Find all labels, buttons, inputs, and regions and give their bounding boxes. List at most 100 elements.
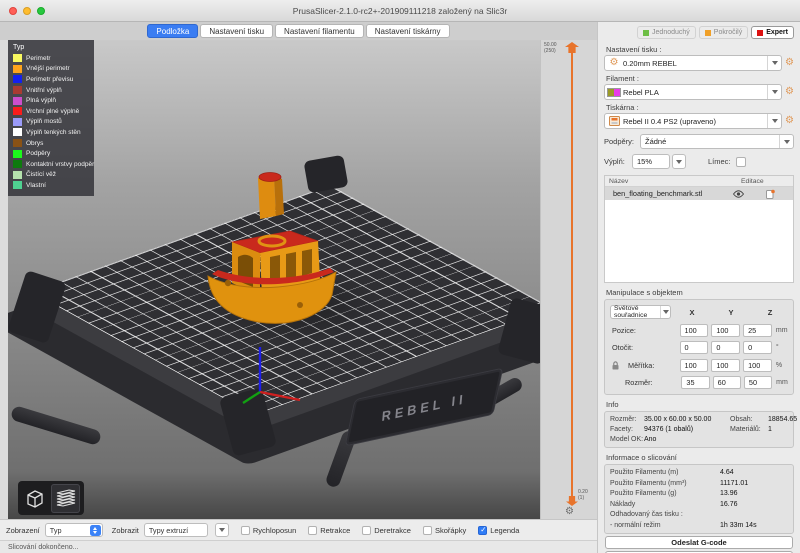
tab-filament-settings[interactable]: Nastavení filamentu — [275, 24, 364, 38]
object-row[interactable]: ben_floating_benchmark.stl — [605, 187, 793, 200]
chevron-down-icon — [660, 306, 670, 318]
coordinate-system-combo[interactable]: Světové souřadnice — [610, 305, 671, 319]
brim-checkbox[interactable] — [736, 157, 746, 167]
unretractions-checkbox-group: Deretrakce — [362, 526, 411, 535]
edit-object-icon[interactable] — [747, 189, 793, 199]
infill-combo[interactable]: 15% — [632, 154, 670, 169]
layer-slider-lower-handle[interactable] — [566, 496, 578, 506]
scale-x-field[interactable]: 100 — [680, 359, 709, 372]
preview-toolbar: Zobrazení Typ Zobrazit Typy extruzí Rych… — [0, 519, 597, 540]
infill-dropdown-button[interactable] — [672, 154, 686, 169]
select-stepper-icon — [90, 525, 101, 536]
unretractions-checkbox[interactable] — [362, 526, 371, 535]
benchy-model[interactable] — [200, 162, 352, 330]
name-column-header: Název — [605, 178, 741, 185]
legend-swatch — [13, 128, 22, 136]
rotate-x-field[interactable]: 0 — [680, 341, 709, 354]
mode-advanced-button[interactable]: Pokročilý — [699, 26, 748, 39]
legend-swatch — [13, 181, 22, 189]
object-list-empty-area[interactable] — [605, 200, 793, 282]
retractions-checkbox[interactable] — [308, 526, 317, 535]
layer-slider-upper-handle[interactable] — [565, 42, 579, 53]
preview-view-button[interactable] — [51, 484, 80, 513]
legend-item: Čistící věž — [13, 170, 89, 181]
show-features-dropdown-button[interactable] — [215, 523, 229, 537]
print-settings-gear-icon[interactable]: ⚙ — [785, 58, 794, 68]
position-x-field[interactable]: 100 — [680, 324, 709, 337]
show-features-combo[interactable]: Typy extruzí — [144, 523, 208, 537]
legend-swatch — [13, 171, 22, 179]
position-y-field[interactable]: 100 — [711, 324, 740, 337]
size-x-field[interactable]: 35 — [681, 376, 709, 389]
legend-checkbox[interactable] — [478, 526, 487, 535]
legend-swatch — [13, 65, 22, 73]
send-gcode-button[interactable]: Odeslat G-code — [605, 536, 793, 549]
mode-expert-button[interactable]: Expert — [751, 26, 794, 39]
rotate-y-field[interactable]: 0 — [711, 341, 740, 354]
3d-view-button[interactable] — [20, 484, 49, 513]
print-settings-combo[interactable]: ⚙ 0.20mm REBEL — [604, 55, 782, 71]
tab-print-settings[interactable]: Nastavení tisku — [200, 24, 273, 38]
chevron-down-icon[interactable] — [779, 135, 793, 148]
position-z-field[interactable]: 25 — [743, 324, 772, 337]
legend-item: Obrys — [13, 138, 89, 149]
view-mode-toolbar — [18, 481, 84, 515]
size-z-field[interactable]: 50 — [744, 376, 772, 389]
object-list: Název Editace ben_floating_benchmark.stl — [604, 175, 794, 283]
visibility-eye-icon[interactable] — [729, 190, 747, 198]
legend-item: Plná výplň — [13, 95, 89, 106]
scale-z-field[interactable]: 100 — [743, 359, 772, 372]
size-y-field[interactable]: 60 — [713, 376, 741, 389]
unretractions-checkbox-label: Deretrakce — [374, 526, 411, 535]
legend-item: Perimetr převisu — [13, 74, 89, 85]
model-ok-value: Ano — [644, 436, 730, 443]
manipulation-title: Manipulace s objektem — [606, 288, 794, 297]
view-select-label: Zobrazení — [6, 526, 40, 535]
legend-swatch — [13, 139, 22, 147]
view-type-select[interactable]: Typ — [45, 523, 103, 537]
chevron-down-icon[interactable] — [767, 85, 781, 99]
legend-item: Perimetr — [13, 53, 89, 64]
filament-combo[interactable]: Rebel PLA — [604, 84, 782, 100]
travel-checkbox[interactable] — [241, 526, 250, 535]
chevron-down-icon[interactable] — [767, 114, 781, 128]
rotate-z-field[interactable]: 0 — [743, 341, 772, 354]
filament-gear-icon[interactable]: ⚙ — [785, 87, 794, 97]
legend-item: Výplň tenkých stěn — [13, 127, 89, 138]
cost-value: 16.76 — [720, 501, 788, 508]
filament-g-value: 13.96 — [720, 490, 788, 497]
status-bar: Slicování dokončeno... — [0, 540, 597, 553]
tab-plater[interactable]: Podložka — [147, 24, 198, 38]
shells-checkbox-label: Skořápky — [435, 526, 466, 535]
legend-swatch — [13, 97, 22, 105]
mode-simple-button[interactable]: Jednoduchý — [637, 26, 696, 39]
layer-slider[interactable]: 50.00(250) 0.20(1) ⚙ — [540, 40, 597, 519]
legend-item: Podpěry — [13, 148, 89, 159]
printer-combo[interactable]: Rebel II 0.4 PS2 (upraveno) — [604, 113, 782, 129]
layer-slider-min-label: 0.20(1) — [578, 490, 588, 501]
tab-printer-settings[interactable]: Nastavení tiskárny — [366, 24, 450, 38]
shells-checkbox[interactable] — [423, 526, 432, 535]
slice-info-panel: Použito Filamentu (m) 4.64 Použito Filam… — [604, 464, 794, 534]
app-window: PrusaSlicer-2.1.0-rc2+-201909111218 zalo… — [0, 0, 800, 553]
supports-label: Podpěry: — [604, 137, 640, 146]
model-materials-value: 1 — [768, 426, 797, 433]
printer-gear-icon[interactable]: ⚙ — [785, 116, 794, 126]
info-panel: Rozměr: 35.00 x 60.00 x 50.00 Obsah: 188… — [604, 411, 794, 448]
legend-swatch — [13, 75, 22, 83]
scale-y-field[interactable]: 100 — [711, 359, 740, 372]
slider-settings-gear-icon[interactable]: ⚙ — [565, 506, 574, 517]
chevron-down-icon[interactable] — [767, 56, 781, 70]
left-gutter — [0, 40, 8, 519]
filament-mm3-value: 11171.01 — [720, 480, 788, 487]
supports-combo[interactable]: Žádné — [640, 134, 794, 149]
edit-column-header: Editace — [741, 178, 793, 185]
print-time-value: 1h 33m 14s — [720, 522, 788, 529]
right-sidebar: Jednoduchý Pokročilý Expert Nastavení ti… — [597, 22, 800, 553]
filament-label: Filament : — [606, 74, 794, 83]
lock-icon[interactable] — [612, 361, 619, 370]
object-list-header: Název Editace — [605, 176, 793, 187]
legend-item: Kontaktní vrstvy podpěr — [13, 159, 89, 170]
3d-viewport[interactable]: REBEL II — [8, 40, 540, 519]
layer-slider-track[interactable] — [571, 50, 573, 498]
